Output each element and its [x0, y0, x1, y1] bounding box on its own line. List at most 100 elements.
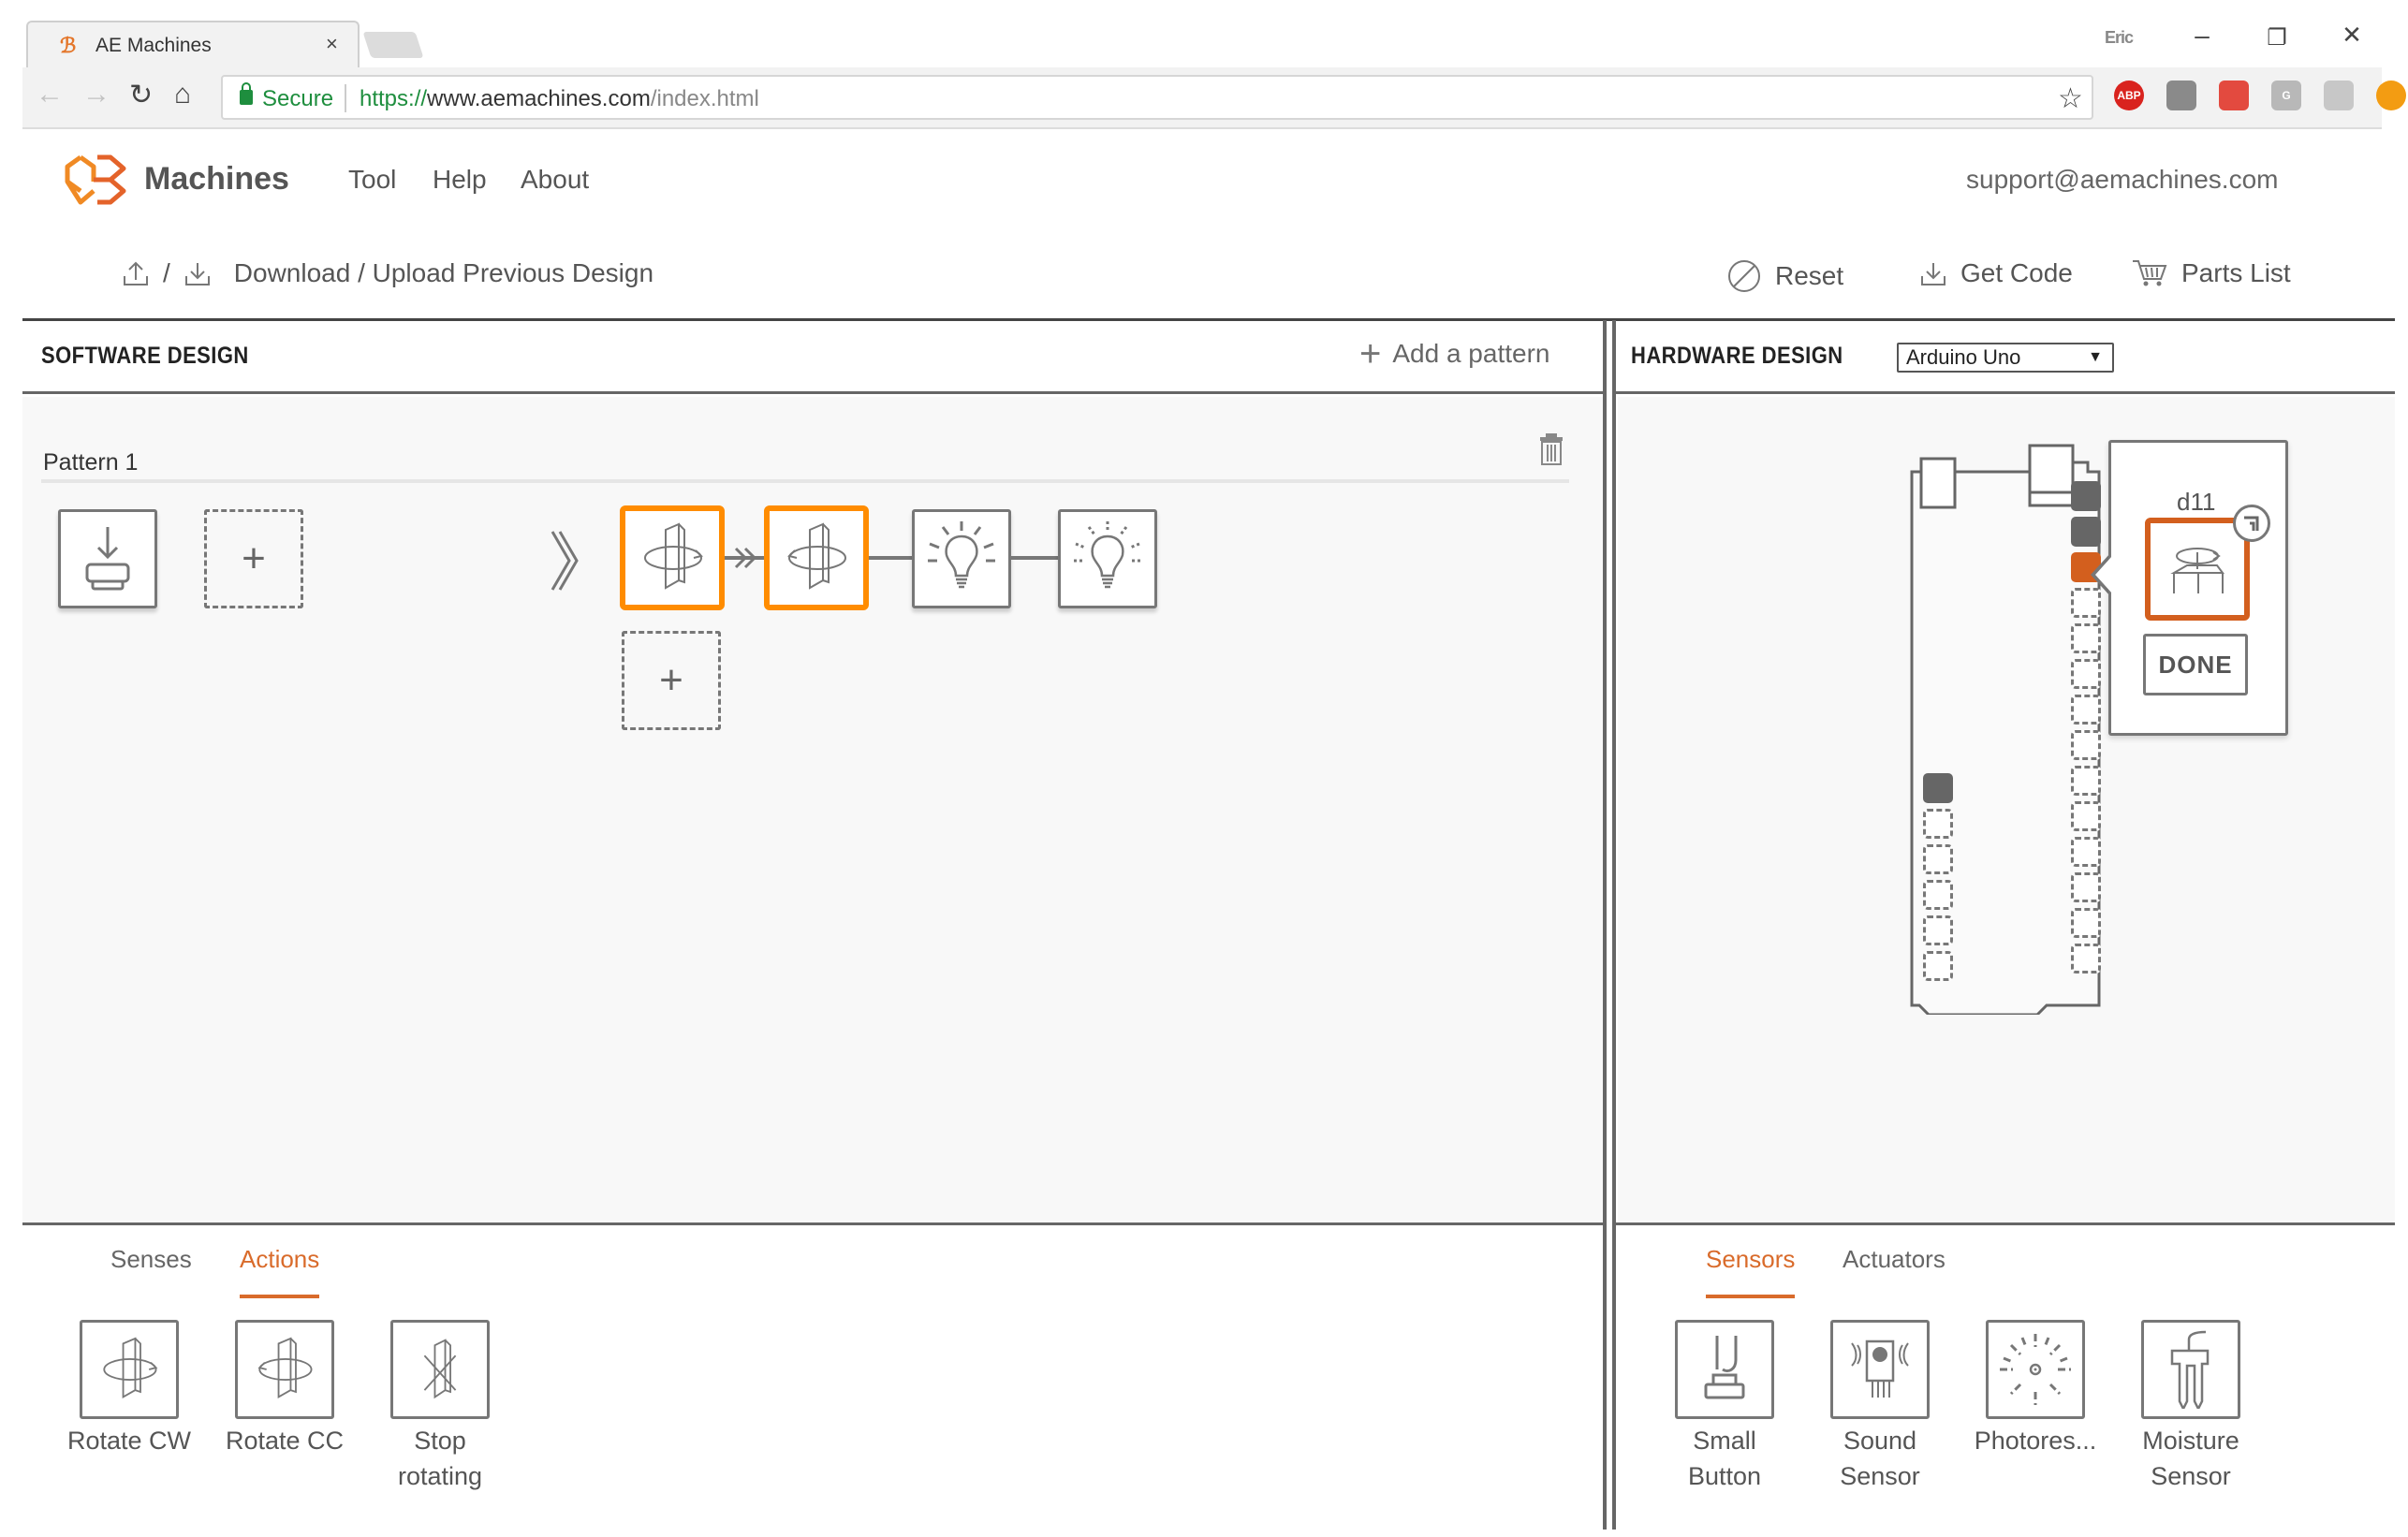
support-email-link[interactable]: support@aemachines.com — [1966, 165, 2278, 195]
drive-extension-icon[interactable] — [2324, 81, 2354, 110]
lightbulb-blink-icon — [1074, 521, 1141, 589]
palette-moisture-sensor[interactable]: Moisture Sensor — [2125, 1320, 2256, 1494]
pattern-name[interactable]: Pattern 1 — [43, 449, 138, 476]
pin-free[interactable] — [2071, 623, 2101, 653]
palette-stop-rotating[interactable]: Stop rotating — [374, 1320, 506, 1494]
popup-pointer-inner — [2095, 556, 2112, 593]
url-text[interactable]: https://www.aemachines.com/index.html — [360, 86, 759, 112]
ae-logo-icon[interactable] — [60, 154, 131, 206]
back-icon[interactable]: ← — [36, 79, 64, 110]
address-bar[interactable]: Secure https://www.aemachines.com/index.… — [221, 75, 2093, 120]
g-extension-icon[interactable]: G — [2271, 81, 2301, 110]
lock-icon — [240, 82, 253, 105]
tab-senses[interactable]: Senses — [110, 1245, 192, 1274]
nav-tool[interactable]: Tool — [348, 165, 396, 195]
minimize-icon[interactable]: – — [2183, 21, 2221, 51]
tab-actions[interactable]: Actions — [240, 1245, 320, 1298]
rotate-cc-block[interactable] — [764, 505, 869, 610]
palette-small-button[interactable]: Small Button — [1659, 1320, 1790, 1494]
pin-free[interactable] — [2071, 801, 2101, 831]
plus-icon: + — [659, 657, 683, 703]
rotate-cw-block[interactable] — [620, 505, 725, 610]
detach-part-button[interactable] — [2233, 505, 2270, 542]
trash-icon[interactable] — [1537, 432, 1565, 466]
pin-used[interactable] — [2071, 517, 2101, 547]
secure-label: Secure — [262, 86, 334, 111]
rotate-cc-icon — [257, 1337, 313, 1399]
button-press-block[interactable] — [58, 509, 157, 608]
close-tab-icon[interactable]: × — [326, 32, 338, 56]
download-upload-label: Download / Upload Previous Design — [233, 258, 654, 287]
pattern-rule — [41, 479, 1569, 483]
home-icon[interactable]: ⌂ — [174, 79, 191, 110]
upload-extension-icon[interactable] — [2376, 81, 2406, 110]
palette-label: Moisture Sensor — [2142, 1427, 2239, 1490]
pane-divider-right[interactable] — [1612, 320, 1616, 1530]
reload-icon[interactable]: ↻ — [129, 79, 153, 111]
pane-divider-left[interactable] — [1603, 320, 1607, 1530]
adblock-plus-icon[interactable]: ABP — [2114, 81, 2144, 110]
add-pattern-button[interactable]: + Add a pattern — [1359, 335, 1549, 373]
palette-photoresistor[interactable]: Photores... — [1970, 1320, 2101, 1458]
browser-tab[interactable]: ℬ AE Machines × — [26, 21, 360, 67]
pin-free[interactable] — [1923, 880, 1953, 910]
restore-icon[interactable]: ❐ — [2258, 24, 2296, 51]
nav-help[interactable]: Help — [433, 165, 487, 195]
board-select-value: Arduino Uno — [1906, 345, 2021, 369]
pin-free[interactable] — [2071, 908, 2101, 938]
pin-free[interactable] — [1923, 809, 1953, 839]
forward-icon[interactable]: → — [82, 79, 110, 110]
get-code-button[interactable]: Get Code — [1919, 258, 2073, 288]
palette-rotate-cw[interactable]: Rotate CW — [64, 1320, 195, 1458]
add-trigger-slot[interactable]: + — [204, 509, 303, 608]
reset-button[interactable]: Reset — [1726, 258, 1843, 294]
pin-free[interactable] — [2071, 837, 2101, 867]
pin-free[interactable] — [2071, 730, 2101, 760]
dropdown-caret-icon: ▼ — [2088, 349, 2103, 365]
pin-free[interactable] — [2071, 659, 2101, 689]
paw-extension-icon[interactable] — [2219, 81, 2249, 110]
done-button[interactable]: DONE — [2143, 634, 2248, 695]
pin-free[interactable] — [1923, 844, 1953, 874]
tab-sensors[interactable]: Sensors — [1706, 1245, 1796, 1298]
download-icon — [184, 263, 210, 285]
download-upload-button[interactable]: / Download / Upload Previous Design — [122, 258, 653, 288]
upload-icon — [124, 261, 148, 285]
pin-free[interactable] — [1923, 915, 1953, 945]
parts-list-label: Parts List — [2181, 258, 2291, 287]
pin-used[interactable] — [2071, 481, 2101, 511]
reset-icon — [1728, 260, 1760, 292]
assigned-part[interactable] — [2145, 518, 2250, 621]
photoresistor-icon — [2000, 1334, 2071, 1405]
tab-actuators[interactable]: Actuators — [1843, 1245, 1945, 1274]
pin-free[interactable] — [2071, 872, 2101, 902]
pin-used[interactable] — [1923, 773, 1953, 803]
omnibox-separator — [345, 84, 346, 112]
pin-free[interactable] — [2071, 944, 2101, 973]
browser-tab-strip: ℬ AE Machines × Eric – ❐ ✕ — [0, 0, 2408, 67]
pin-free[interactable] — [2071, 766, 2101, 796]
board-select[interactable]: Arduino Uno ▼ — [1897, 343, 2114, 373]
light-blink-block[interactable] — [1058, 509, 1157, 608]
palette-rotate-cc[interactable]: Rotate CC — [219, 1320, 350, 1458]
logo-text[interactable]: Machines — [144, 161, 289, 198]
software-palette-rule — [22, 1222, 1603, 1225]
parts-list-button[interactable]: Parts List — [2131, 258, 2291, 288]
add-action-slot[interactable]: + — [622, 631, 721, 730]
browser-toolbar: ← → ↻ ⌂ Secure https://www.aemachines.co… — [22, 67, 2406, 129]
window-profile-name[interactable]: Eric — [2105, 28, 2134, 48]
palette-sound-sensor[interactable]: Sound Sensor — [1814, 1320, 1945, 1494]
close-window-icon[interactable]: ✕ — [2333, 21, 2371, 50]
pin-free[interactable] — [2071, 695, 2101, 725]
sequence-arrow-icon — [734, 547, 757, 569]
nav-about[interactable]: About — [521, 165, 589, 195]
small-button-icon — [1704, 1336, 1745, 1399]
url-scheme: https:// — [360, 86, 428, 111]
bookmark-star-icon[interactable]: ☆ — [2058, 82, 2083, 115]
pin-free[interactable] — [1923, 951, 1953, 981]
new-tab-button[interactable] — [362, 32, 424, 58]
light-on-block[interactable] — [912, 509, 1011, 608]
stop-rotating-icon — [423, 1339, 457, 1399]
shield-extension-icon[interactable] — [2166, 81, 2196, 110]
plus-icon: + — [242, 535, 266, 581]
